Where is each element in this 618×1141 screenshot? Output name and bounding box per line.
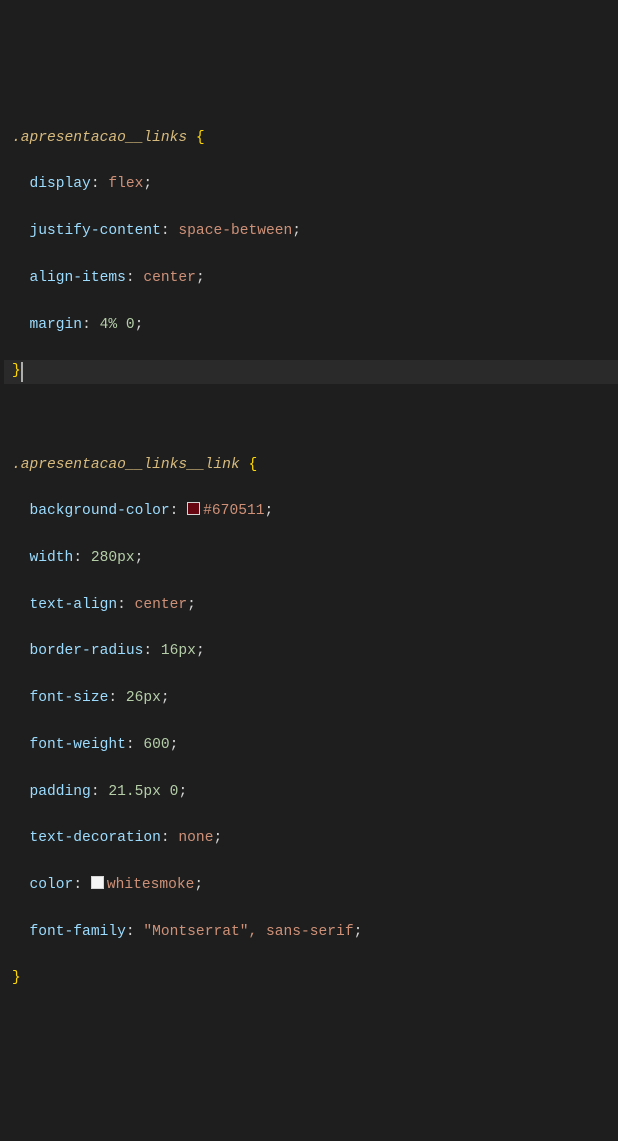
- css-number: 0: [170, 784, 179, 800]
- colon: :: [170, 503, 179, 519]
- colon: :: [161, 223, 170, 239]
- css-property: justify-content: [30, 223, 161, 239]
- semicolon: ;: [213, 830, 222, 846]
- css-value: center: [135, 597, 188, 613]
- open-brace: {: [248, 457, 257, 473]
- css-value: none: [178, 830, 213, 846]
- colon: :: [117, 597, 126, 613]
- code-line[interactable]: text-decoration: none;: [4, 827, 618, 850]
- color-swatch[interactable]: [91, 876, 104, 889]
- code-line[interactable]: background-color: #670511;: [4, 500, 618, 523]
- css-property: font-family: [30, 924, 126, 940]
- semicolon: ;: [292, 223, 301, 239]
- code-line[interactable]: .apresentacao__links__link {: [4, 454, 618, 477]
- css-value: whitesmoke: [107, 877, 195, 893]
- css-number: 0: [126, 317, 135, 333]
- colon: :: [91, 784, 100, 800]
- semicolon: ;: [194, 877, 203, 893]
- semicolon: ;: [135, 317, 144, 333]
- css-property: border-radius: [30, 643, 144, 659]
- css-value: #670511: [203, 503, 264, 519]
- css-property: text-align: [30, 597, 118, 613]
- code-line[interactable]: font-size: 26px;: [4, 687, 618, 710]
- code-line[interactable]: font-weight: 600;: [4, 734, 618, 757]
- code-line[interactable]: display: flex;: [4, 173, 618, 196]
- code-line[interactable]: padding: 21.5px 0;: [4, 781, 618, 804]
- code-line[interactable]: }: [4, 967, 618, 990]
- semicolon: ;: [264, 503, 273, 519]
- code-line[interactable]: text-align: center;: [4, 594, 618, 617]
- code-line[interactable]: font-family: "Montserrat", sans-serif;: [4, 921, 618, 944]
- css-number: 280px: [91, 550, 135, 566]
- semicolon: ;: [170, 737, 179, 753]
- code-editor[interactable]: .apresentacao__links { display: flex; ju…: [0, 93, 618, 1024]
- semicolon: ;: [196, 643, 205, 659]
- code-line[interactable]: justify-content: space-between;: [4, 220, 618, 243]
- css-string: "Montserrat": [143, 924, 248, 940]
- css-value: space-between: [178, 223, 292, 239]
- css-selector: .apresentacao__links: [12, 130, 187, 146]
- colon: :: [91, 176, 100, 192]
- semicolon: ;: [161, 690, 170, 706]
- css-number: 4%: [100, 317, 118, 333]
- colon: :: [143, 643, 152, 659]
- colon: :: [73, 877, 82, 893]
- colon: :: [126, 924, 135, 940]
- css-property: font-weight: [30, 737, 126, 753]
- css-property: text-decoration: [30, 830, 161, 846]
- css-property: width: [30, 550, 74, 566]
- css-property: color: [30, 877, 74, 893]
- code-line-blank[interactable]: [4, 407, 618, 430]
- css-value: , sans-serif: [248, 924, 353, 940]
- css-property: background-color: [30, 503, 170, 519]
- color-swatch[interactable]: [187, 502, 200, 515]
- colon: :: [73, 550, 82, 566]
- css-selector: .apresentacao__links__link: [12, 457, 240, 473]
- colon: :: [108, 690, 117, 706]
- css-property: display: [30, 176, 91, 192]
- text-cursor: [21, 362, 23, 382]
- css-property: margin: [30, 317, 83, 333]
- css-number: 21.5px: [108, 784, 161, 800]
- close-brace: }: [12, 363, 21, 379]
- colon: :: [161, 830, 170, 846]
- css-property: padding: [30, 784, 91, 800]
- css-value: flex: [108, 176, 143, 192]
- semicolon: ;: [143, 176, 152, 192]
- open-brace: {: [196, 130, 205, 146]
- css-number: 26px: [126, 690, 161, 706]
- css-number: 16px: [161, 643, 196, 659]
- css-number: 600: [143, 737, 169, 753]
- close-brace: }: [12, 970, 21, 986]
- code-line[interactable]: .apresentacao__links {: [4, 127, 618, 150]
- css-property: align-items: [30, 270, 126, 286]
- css-property: font-size: [30, 690, 109, 706]
- code-line[interactable]: color: whitesmoke;: [4, 874, 618, 897]
- css-value: center: [143, 270, 196, 286]
- colon: :: [126, 737, 135, 753]
- semicolon: ;: [135, 550, 144, 566]
- semicolon: ;: [354, 924, 363, 940]
- code-line[interactable]: align-items: center;: [4, 267, 618, 290]
- code-line[interactable]: width: 280px;: [4, 547, 618, 570]
- code-line-active[interactable]: }: [4, 360, 618, 383]
- semicolon: ;: [187, 597, 196, 613]
- code-line[interactable]: margin: 4% 0;: [4, 314, 618, 337]
- code-line[interactable]: border-radius: 16px;: [4, 640, 618, 663]
- semicolon: ;: [178, 784, 187, 800]
- semicolon: ;: [196, 270, 205, 286]
- colon: :: [82, 317, 91, 333]
- colon: :: [126, 270, 135, 286]
